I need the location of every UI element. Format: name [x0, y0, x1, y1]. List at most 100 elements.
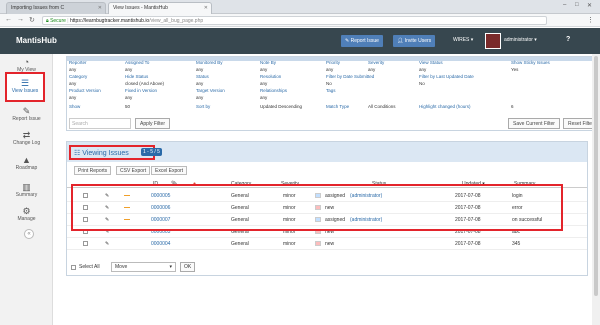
- filter-value: any: [260, 95, 268, 100]
- filter-label[interactable]: Show Sticky Issues: [511, 60, 550, 65]
- sidebar-item-manage[interactable]: ⚙ Manage: [0, 206, 53, 222]
- status-color-swatch: [315, 241, 321, 246]
- forward-icon[interactable]: →: [17, 16, 24, 23]
- sidebar-item-report-issue[interactable]: ✎ Report Issue: [0, 106, 53, 122]
- browser-tab-importing[interactable]: Importing Issues from C ✕: [6, 2, 106, 14]
- tab-label: View Issues - MantisHub: [113, 5, 168, 11]
- sidebar-item-change-log[interactable]: ⇄ Change Log: [0, 130, 53, 146]
- bulk-action-select[interactable]: Move ▾: [111, 262, 176, 272]
- filter-value: any: [125, 67, 133, 72]
- filter-label[interactable]: Reporter: [69, 60, 87, 65]
- filter-label[interactable]: Resolution: [260, 74, 281, 79]
- scrollbar-thumb[interactable]: [594, 56, 598, 296]
- filter-label[interactable]: Product Version: [69, 88, 101, 93]
- filter-label[interactable]: Category: [69, 74, 87, 79]
- apply-filter-button[interactable]: Apply Filter: [135, 118, 171, 129]
- filter-value: Yes: [511, 67, 519, 72]
- excel-export-button[interactable]: Excel Export: [151, 166, 188, 175]
- filter-label[interactable]: Target Version: [196, 88, 225, 93]
- back-icon[interactable]: ←: [5, 16, 12, 23]
- issue-severity: minor: [283, 241, 296, 247]
- filter-label[interactable]: Note By: [260, 60, 276, 65]
- project-name: WIRES: [453, 37, 470, 43]
- browser-menu-icon[interactable]: ⋮: [587, 16, 594, 24]
- select-all-checkbox[interactable]: [71, 265, 76, 270]
- save-filter-button[interactable]: Save Current Filter: [508, 118, 560, 129]
- maximize-icon[interactable]: □: [575, 2, 579, 8]
- issue-category: General: [231, 241, 249, 247]
- sidebar-item-my-view[interactable]: ◔ My View: [0, 57, 53, 73]
- close-icon[interactable]: ✕: [204, 5, 208, 11]
- bulk-action-value: Move: [115, 264, 128, 270]
- filter-label[interactable]: Monitored By: [196, 60, 223, 65]
- close-window-icon[interactable]: ✕: [587, 2, 592, 9]
- filter-value: Updated Descending: [260, 104, 303, 109]
- issue-updated: 2017-07-08: [455, 241, 481, 247]
- filter-label[interactable]: Filter by Date Submitted: [326, 74, 374, 79]
- sidebar-item-label: Change Log: [12, 140, 41, 146]
- help-button[interactable]: ?: [566, 36, 570, 43]
- avatar[interactable]: [485, 33, 501, 49]
- highlight-box: [71, 184, 563, 231]
- issue-summary: 345: [512, 241, 521, 247]
- list-icon: ☰: [20, 78, 30, 88]
- browser-tab-view-issues[interactable]: View Issues - MantisHub ✕: [108, 2, 212, 14]
- close-icon[interactable]: ✕: [98, 5, 102, 11]
- url-field[interactable]: 🔒︎ Secure | https://learnbugtracker.mant…: [42, 16, 547, 25]
- filter-label[interactable]: Severity: [368, 60, 384, 65]
- minimize-icon[interactable]: –: [563, 2, 566, 8]
- table-row[interactable]: ✎ 0000004 General minor new 2017-07-08 3…: [67, 238, 587, 250]
- filter-value: any: [368, 67, 376, 72]
- project-selector[interactable]: WIRES ▾: [453, 37, 473, 43]
- filter-label[interactable]: Assigned To: [125, 60, 149, 65]
- ok-button[interactable]: OK: [180, 262, 196, 272]
- user-menu[interactable]: administrator ▾: [504, 37, 537, 43]
- filter-value: any: [69, 95, 77, 100]
- filter-value: any: [69, 81, 77, 86]
- report-issue-button[interactable]: ✎ Report Issue: [341, 35, 383, 47]
- retweet-icon: ⇄: [22, 130, 31, 140]
- filter-label[interactable]: Sort by: [196, 104, 210, 109]
- dashboard-icon: ◔: [23, 57, 30, 67]
- sidebar-item-label: Manage: [17, 216, 36, 222]
- search-input[interactable]: Search: [69, 118, 131, 129]
- filter-value: any: [419, 67, 427, 72]
- filter-value: All Conditions: [368, 104, 396, 109]
- pencil-icon: ✎: [22, 106, 31, 116]
- filter-label[interactable]: Show: [69, 104, 80, 109]
- row-checkbox[interactable]: [83, 241, 88, 246]
- filter-label[interactable]: Filter by Last Updated Date: [419, 74, 474, 79]
- edit-icon[interactable]: ✎: [105, 241, 109, 247]
- invite-users-button[interactable]: 👤︎ Invite Users: [393, 35, 436, 47]
- app-navbar: MantisHub ✎ Report Issue 👤︎ Invite Users…: [0, 28, 600, 54]
- filter-label[interactable]: Priority: [326, 60, 340, 65]
- filter-row-3-values: any any any any: [67, 94, 598, 102]
- reload-icon[interactable]: ↻: [29, 16, 35, 24]
- username: administrator: [504, 37, 533, 43]
- csv-export-button[interactable]: CSV Export: [116, 166, 151, 175]
- sidebar-collapse-button[interactable]: «: [24, 229, 34, 239]
- filter-label[interactable]: Match Type: [326, 104, 349, 109]
- print-reports-button[interactable]: Print Reports: [74, 166, 112, 175]
- filter-value: any: [260, 67, 268, 72]
- filter-value: No: [326, 81, 332, 86]
- url-host: https://learnbugtracker.mantishub.io: [70, 18, 150, 24]
- scrollbar[interactable]: [592, 54, 600, 325]
- filter-label[interactable]: Tags: [326, 88, 336, 93]
- issue-id-link[interactable]: 0000004: [151, 241, 170, 247]
- filter-label[interactable]: Hide Status: [125, 74, 148, 79]
- sidebar-item-summary[interactable]: ▥ Summary: [0, 182, 53, 198]
- filter-label[interactable]: Status: [196, 74, 209, 79]
- filter-label[interactable]: View Status: [419, 60, 443, 65]
- filter-label[interactable]: Highlight changed (hours): [419, 104, 471, 109]
- report-issue-label: Report Issue: [350, 38, 379, 44]
- bar-chart-icon: ▥: [22, 182, 31, 192]
- chevron-down-icon: ▾: [169, 264, 172, 270]
- filter-label[interactable]: Fixed in Version: [125, 88, 157, 93]
- filter-row-4: Show 50 Sort by Updated Descending Match…: [67, 103, 598, 111]
- filter-label[interactable]: Relationships: [260, 88, 287, 93]
- sidebar-item-roadmap[interactable]: ▲ Roadmap: [0, 155, 53, 171]
- brand-logo[interactable]: MantisHub: [16, 36, 57, 45]
- sidebar-item-view-issues[interactable]: ☰ View Issues: [5, 72, 45, 102]
- viewing-issues-header: ☷ Viewing Issues 1 - 5 / 5: [67, 142, 587, 162]
